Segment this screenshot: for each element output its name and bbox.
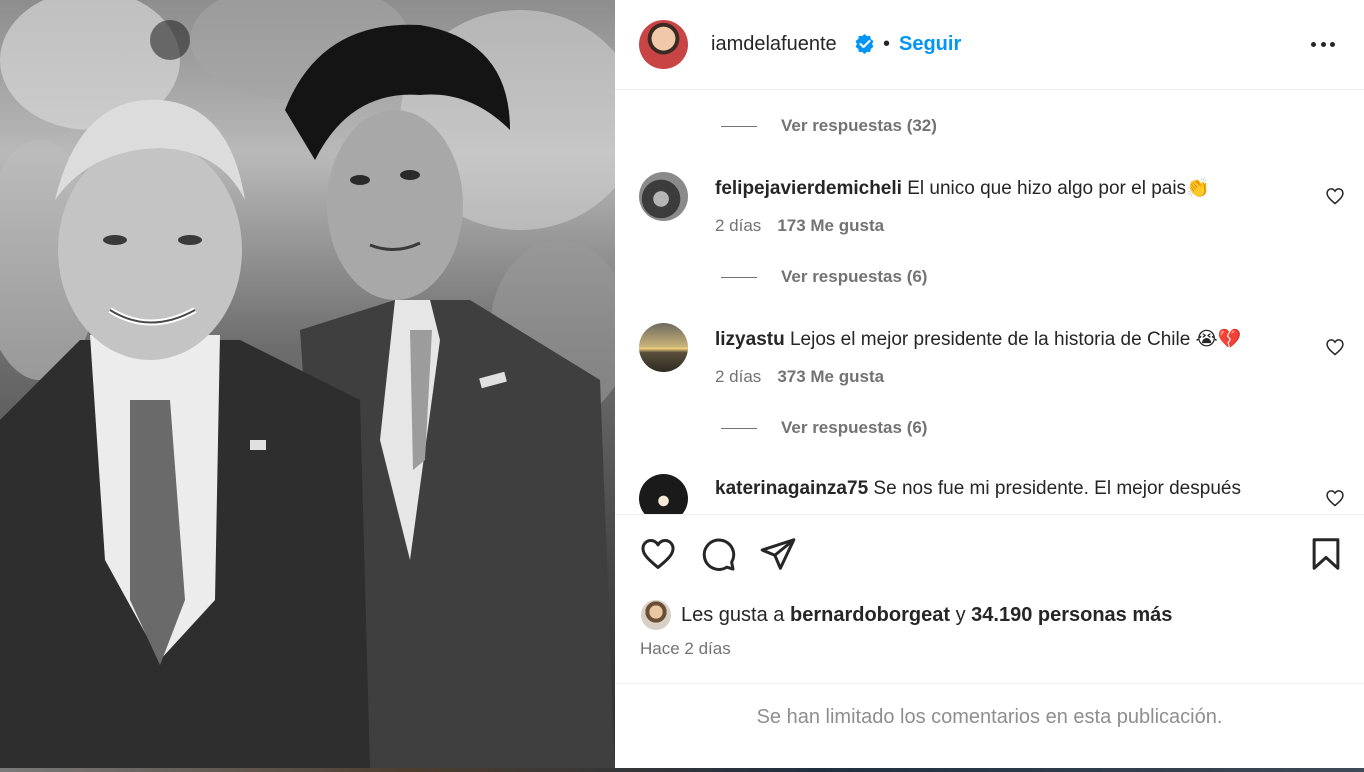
author-avatar[interactable] — [639, 20, 688, 69]
comment-time[interactable]: 2 días — [715, 216, 761, 235]
post-header: iamdelafuente • Seguir — [615, 0, 1364, 90]
commenter-username[interactable]: katerinagainza75 — [715, 478, 868, 499]
separator-dot: • — [883, 33, 891, 55]
more-options-icon[interactable] — [1311, 34, 1335, 54]
replies-divider — [721, 276, 757, 278]
likes-summary: Les gusta a bernardoborgeat y 34.190 per… — [641, 600, 1172, 630]
comments-limited-notice: Se han limitado los comentarios en esta … — [756, 706, 1223, 728]
author-username[interactable]: iamdelafuente — [711, 33, 837, 56]
verified-badge-icon — [855, 34, 874, 54]
follow-button[interactable]: Seguir — [899, 33, 961, 56]
commenter-avatar[interactable] — [639, 172, 688, 221]
post-photo[interactable] — [0, 0, 615, 768]
comment-body: El unico que hizo algo por el pais👏 — [907, 178, 1210, 199]
likes-count-link[interactable]: 34.190 personas más — [971, 604, 1172, 627]
background-page-strip — [0, 768, 1364, 772]
view-replies-button[interactable]: Ver respuestas (32) — [721, 115, 937, 137]
comment-like-heart-icon[interactable] — [1325, 337, 1345, 357]
likes-connector: y — [955, 603, 966, 626]
comments-list[interactable]: Ver respuestas (32) felipejavierdemichel… — [615, 91, 1364, 514]
view-replies-label: Ver respuestas (6) — [781, 267, 928, 286]
commenter-avatar[interactable] — [639, 323, 688, 372]
photo-illustration — [0, 0, 615, 768]
comment-text: katerinagainza75 Se nos fue mi president… — [715, 478, 1241, 500]
liker-username[interactable]: bernardoborgeat — [790, 604, 950, 627]
comment-meta: 2 días 373 Me gusta — [715, 367, 884, 387]
commenter-avatar[interactable] — [639, 474, 688, 514]
comment-likes[interactable]: 373 Me gusta — [777, 367, 884, 386]
comment-body: Lejos el mejor presidente de la historia… — [789, 329, 1242, 350]
view-replies-button[interactable]: Ver respuestas (6) — [721, 417, 927, 439]
comment-likes[interactable]: 173 Me gusta — [777, 216, 884, 235]
post-sidebar: iamdelafuente • Seguir Ver respuestas (3… — [615, 0, 1364, 768]
view-replies-label: Ver respuestas (32) — [781, 116, 937, 135]
comment-body: Se nos fue mi presidente. El mejor despu… — [873, 478, 1241, 499]
replies-divider — [721, 427, 757, 429]
post-actions-section: Les gusta a bernardoborgeat y 34.190 per… — [615, 514, 1364, 684]
comment-meta: 2 días 173 Me gusta — [715, 216, 884, 236]
view-replies-button[interactable]: Ver respuestas (6) — [721, 266, 927, 288]
paper-plane-icon[interactable] — [759, 535, 797, 573]
commenter-username[interactable]: felipejavierdemicheli — [715, 178, 902, 199]
view-replies-label: Ver respuestas (6) — [781, 418, 928, 437]
comment-like-heart-icon[interactable] — [1325, 186, 1345, 206]
heart-icon[interactable] — [639, 535, 677, 573]
post-timestamp[interactable]: Hace 2 días — [640, 639, 731, 659]
comment-like-heart-icon[interactable] — [1325, 488, 1345, 508]
bookmark-icon[interactable] — [1307, 535, 1345, 573]
commenter-username[interactable]: lizyastu — [715, 329, 785, 350]
replies-divider — [721, 125, 757, 127]
comment-icon[interactable] — [699, 535, 737, 573]
liker-avatar[interactable] — [641, 600, 671, 630]
comment-text: felipejavierdemicheli El unico que hizo … — [715, 176, 1210, 200]
likes-prefix: Les gusta a — [681, 603, 785, 626]
comment-text: lizyastu Lejos el mejor presidente de la… — [715, 327, 1241, 351]
comment-time[interactable]: 2 días — [715, 367, 761, 386]
